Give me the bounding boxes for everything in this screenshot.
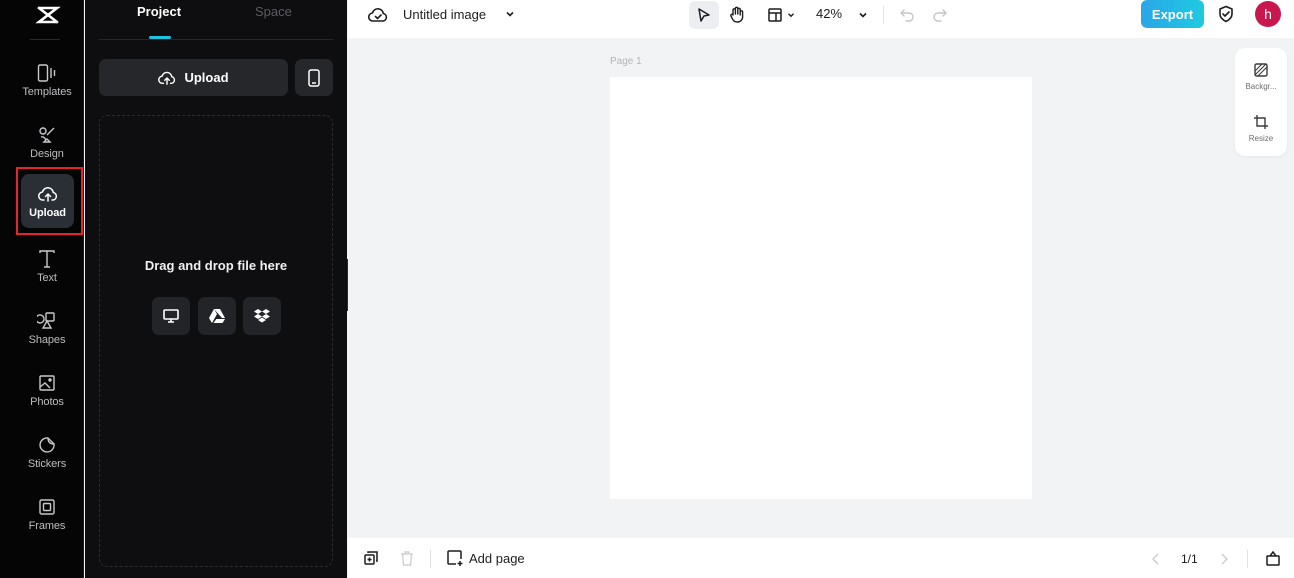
resize-icon xyxy=(1254,114,1268,129)
drop-instructions: Drag and drop file here xyxy=(144,258,288,273)
canvas-page[interactable] xyxy=(610,77,1032,499)
left-nav: Templates Design Upload Text Shapes Phot… xyxy=(0,0,84,578)
zoom-level[interactable]: 42% xyxy=(816,6,842,21)
frames-icon xyxy=(37,497,57,517)
toolbar-divider xyxy=(883,6,884,24)
tab-space[interactable]: Space xyxy=(255,4,292,19)
page-counter: 1/1 xyxy=(1181,552,1198,566)
nav-label: Shapes xyxy=(28,333,66,346)
tab-project[interactable]: Project xyxy=(137,4,181,19)
templates-icon xyxy=(37,63,57,83)
right-tool-panel: Backgr... Resize xyxy=(1235,48,1287,156)
shapes-icon xyxy=(37,311,57,331)
stickers-icon xyxy=(37,435,57,455)
canvas-area: Page 1 Backgr... Resize xyxy=(348,38,1294,538)
duplicate-page-icon[interactable] xyxy=(363,550,379,566)
undo-button[interactable] xyxy=(892,1,922,29)
nav-label: Stickers xyxy=(27,457,67,470)
nav-label: Photos xyxy=(30,395,64,408)
bottom-toolbar: Add page 1/1 xyxy=(348,538,1294,578)
upload-button[interactable]: Upload xyxy=(99,59,288,96)
upload-highlight-box xyxy=(16,167,83,235)
add-page-button[interactable]: Add page xyxy=(446,549,525,567)
nav-item-stickers[interactable]: Stickers xyxy=(20,425,74,479)
upload-from-dropbox-button[interactable] xyxy=(243,297,281,335)
add-page-icon xyxy=(447,550,463,566)
shield-check-icon[interactable] xyxy=(1217,5,1235,23)
bottom-divider xyxy=(430,550,431,568)
upload-button-label: Upload xyxy=(184,70,229,85)
page-panel-toggle-icon[interactable] xyxy=(1265,549,1281,567)
upload-from-phone-button[interactable] xyxy=(295,59,333,96)
phone-icon xyxy=(308,68,320,87)
next-page-icon[interactable] xyxy=(1219,552,1229,566)
computer-icon xyxy=(163,309,179,323)
nav-item-shapes[interactable]: Shapes xyxy=(20,301,74,355)
nav-label: Frames xyxy=(28,519,66,532)
redo-button[interactable] xyxy=(925,1,955,29)
nav-item-photos[interactable]: Photos xyxy=(20,363,74,417)
document-title[interactable]: Untitled image xyxy=(403,7,486,22)
layout-icon xyxy=(767,8,782,22)
panel-tabs: Project Space xyxy=(99,0,333,40)
nav-item-design[interactable]: Design xyxy=(20,115,74,169)
nav-divider xyxy=(30,39,60,40)
pointer-icon xyxy=(698,8,710,22)
zoom-dropdown-button[interactable] xyxy=(848,1,878,29)
text-icon xyxy=(37,249,57,269)
user-avatar[interactable]: h xyxy=(1255,1,1281,27)
background-icon xyxy=(1254,62,1268,77)
layout-dropdown-button[interactable] xyxy=(761,1,801,29)
nav-item-frames[interactable]: Frames xyxy=(20,487,74,541)
app: Templates Design Upload Text Shapes Phot… xyxy=(0,0,1294,578)
nav-label: Templates xyxy=(22,85,72,98)
add-page-label: Add page xyxy=(469,550,525,566)
dropbox-icon xyxy=(254,309,270,323)
upload-from-computer-button[interactable] xyxy=(152,297,190,335)
hand-tool-button[interactable] xyxy=(722,1,752,29)
photos-icon xyxy=(37,373,57,393)
bottom-divider xyxy=(1247,550,1248,568)
upload-cloud-icon xyxy=(158,71,176,85)
undo-icon xyxy=(900,9,914,22)
background-button[interactable]: Backgr... xyxy=(1235,52,1287,100)
page-label: Page 1 xyxy=(610,56,642,67)
delete-page-icon[interactable] xyxy=(400,550,414,566)
upload-from-google-drive-button[interactable] xyxy=(198,297,236,335)
design-icon xyxy=(37,125,57,145)
export-button[interactable]: Export xyxy=(1141,0,1204,28)
cloud-saved-icon[interactable] xyxy=(368,6,388,24)
nav-item-templates[interactable]: Templates xyxy=(20,53,74,107)
chevron-down-icon[interactable] xyxy=(504,8,516,20)
select-tool-button[interactable] xyxy=(689,1,719,29)
chevron-down-icon xyxy=(787,13,794,18)
google-drive-icon xyxy=(209,309,225,323)
nav-label: Text xyxy=(37,271,57,284)
file-dropzone[interactable]: Drag and drop file here xyxy=(99,115,333,567)
capcut-logo-icon[interactable] xyxy=(34,4,62,24)
upload-panel: Project Space Upload Drag and drop file … xyxy=(85,0,347,578)
redo-icon xyxy=(933,9,947,22)
resize-label: Resize xyxy=(1248,133,1274,143)
previous-page-icon[interactable] xyxy=(1151,552,1161,566)
chevron-down-icon xyxy=(859,12,867,18)
nav-item-text[interactable]: Text xyxy=(20,239,74,293)
top-toolbar: Untitled image 42% Export h xyxy=(348,0,1294,38)
hand-icon xyxy=(730,6,744,23)
active-tab-indicator xyxy=(149,36,171,39)
resize-button[interactable]: Resize xyxy=(1235,104,1287,152)
nav-label: Design xyxy=(30,147,64,160)
background-label: Backgr... xyxy=(1245,81,1277,91)
